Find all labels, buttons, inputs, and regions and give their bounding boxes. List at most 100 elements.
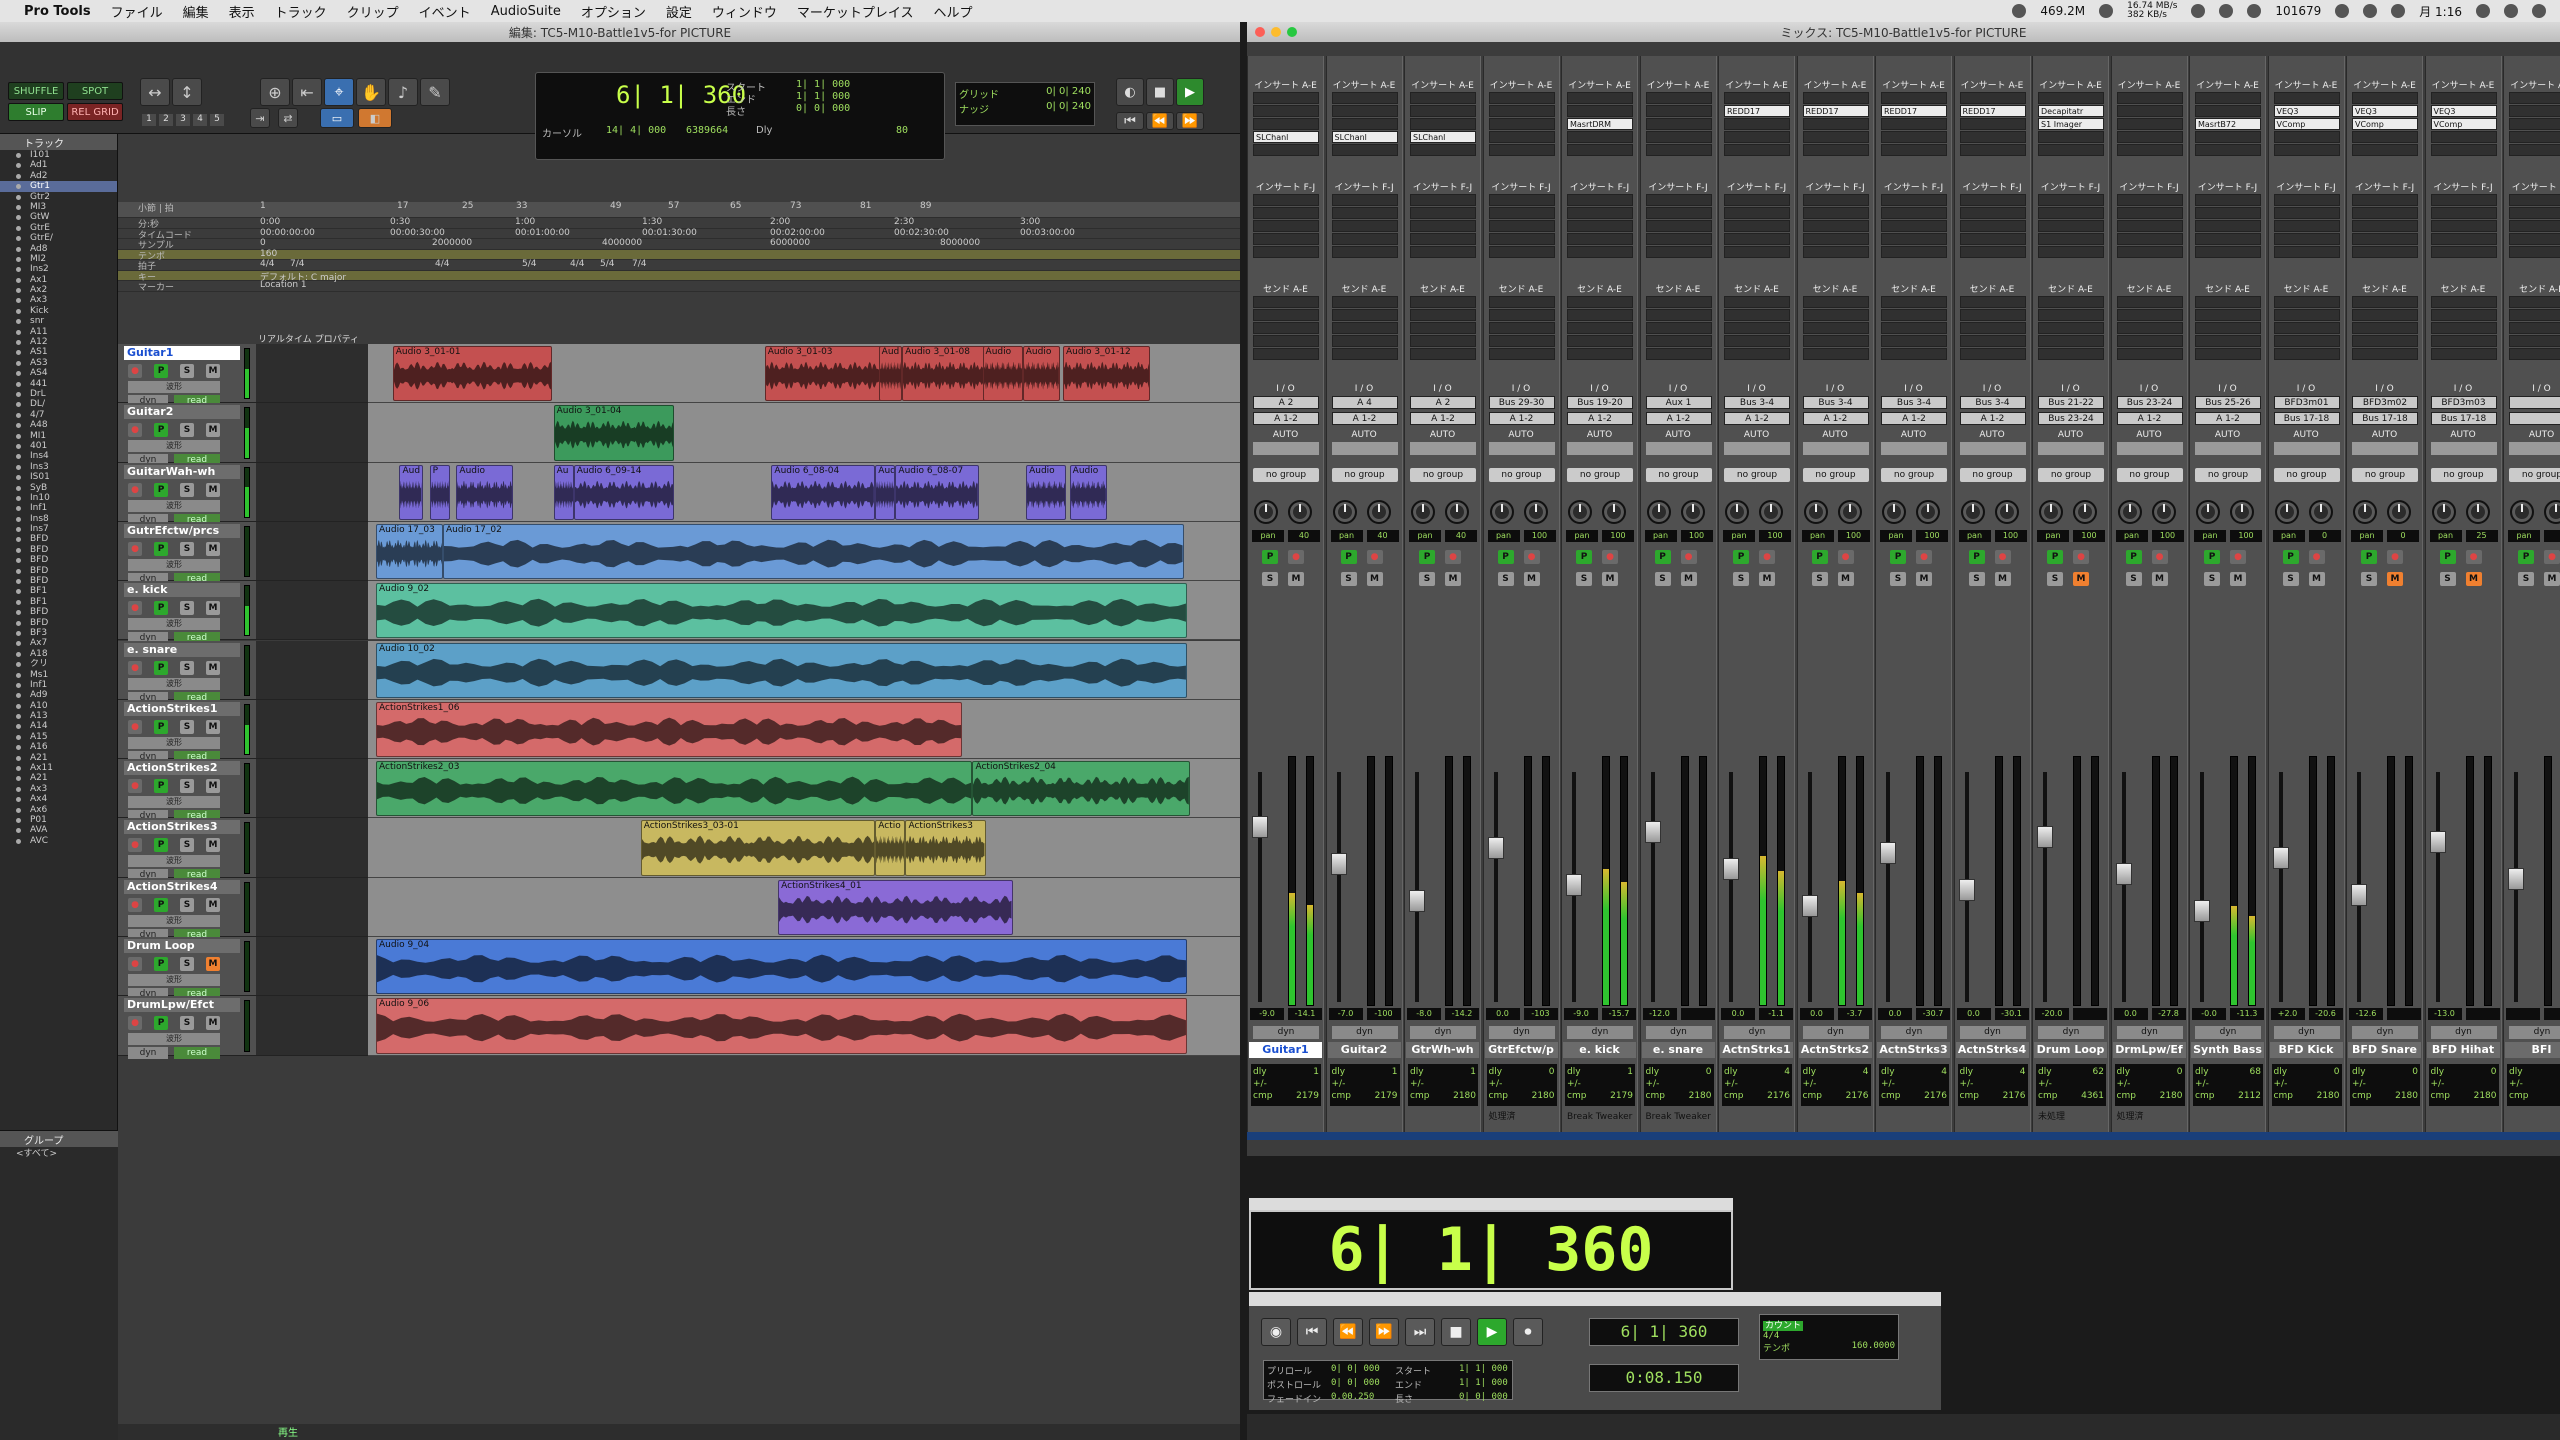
input-selector[interactable]: A 2 [1253,396,1319,409]
view-selector[interactable]: 波形 [128,618,220,631]
insert-slot[interactable] [2195,233,2261,245]
mute-button[interactable]: M [1994,572,2011,586]
view-selector[interactable]: 波形 [128,499,220,512]
insert-slot[interactable] [2509,233,2560,245]
output-selector[interactable]: Bus 17-18 [2430,412,2497,425]
nudge-row[interactable]: ナッジ 0| 0| 240 [959,101,1091,116]
pan-knob[interactable] [1254,500,1278,524]
track-list-item[interactable]: Ad9 [0,690,117,700]
insert-slot[interactable]: REDD17 [1959,105,2026,117]
volume-fader[interactable] [1330,853,1347,875]
mute-button[interactable]: M [1366,572,1383,586]
automation-mode-selector[interactable] [1645,442,1712,455]
send-slot[interactable] [1802,309,1869,321]
input-monitor-button[interactable]: P [154,719,168,734]
audio-clip[interactable]: Audio [982,346,1023,402]
output-selector[interactable]: A 1-2 [1645,412,1712,425]
mute-button[interactable]: M [2387,572,2403,586]
menu-setup[interactable]: 設定 [656,2,702,21]
solo-button[interactable]: S [180,482,194,497]
peak-value[interactable]: -103 [1523,1008,1558,1020]
view-selector[interactable]: 波形 [128,1033,220,1046]
solo-button[interactable]: S [1890,572,1906,586]
output-selector[interactable]: A 1-2 [1802,412,1869,425]
insert-slot[interactable] [1959,233,2026,245]
insert-slot[interactable] [1724,144,1790,156]
insert-slot[interactable] [1253,233,1319,245]
mute-button[interactable]: M [1288,572,1304,586]
channel-name[interactable]: Guitar1 [1249,1042,1322,1058]
pan-value[interactable]: 100 [1837,530,1870,542]
input-selector[interactable] [2509,396,2560,409]
output-selector[interactable]: A 1-2 [1410,412,1476,425]
rewind-icon[interactable]: ⏪ [1333,1318,1363,1346]
menu-event[interactable]: イベント [409,2,481,21]
insert-slot[interactable] [1881,207,1947,219]
ruler-row[interactable]: テンポ 160 [118,249,1240,262]
insert-slot[interactable] [2195,246,2261,258]
send-slot[interactable] [1567,296,1633,308]
send-slot[interactable] [1567,348,1633,360]
insert-slot[interactable]: VEQ3 [2352,105,2418,117]
volume-fader[interactable] [1566,874,1582,896]
volume-fader[interactable] [2351,884,2367,906]
comments-field[interactable] [2272,1110,2342,1170]
insert-slot[interactable] [1645,220,1712,232]
insert-slot[interactable] [2195,92,2261,104]
automation-mode-selector[interactable] [1253,442,1319,455]
insert-slot[interactable] [2038,194,2104,206]
insert-slot[interactable] [2509,92,2560,104]
dyn-button[interactable]: dyn [1331,1026,1398,1039]
edit-window-titlebar[interactable]: 編集: TC5-M10-Battle1v5-for PICTURE [0,22,1240,42]
send-slot[interactable] [1253,296,1319,308]
clock[interactable]: 月 1:16 [2419,3,2462,20]
track-lane[interactable]: Aud P Audio Au Audio 6_09-14 Audio 6_08-04 Aud… [368,462,1240,522]
audio-clip[interactable]: Audio [1026,464,1067,520]
input-selector[interactable]: Bus 3-4 [1724,396,1790,409]
audio-clip[interactable]: Audio 9_06 [376,998,1187,1054]
insert-slot[interactable] [2273,233,2340,245]
solo-button[interactable]: S [2282,572,2299,586]
track-list-item[interactable]: BF1 [0,597,117,607]
solo-button[interactable]: S [1262,572,1278,586]
record-enable-button[interactable]: ● [128,838,142,853]
online-icon[interactable]: ◐ [1116,78,1144,106]
insert-slot[interactable]: SLChanl [1331,131,1398,143]
input-selector[interactable]: Bus 25-26 [2195,396,2261,409]
comments-field[interactable] [2507,1110,2560,1170]
insert-slot[interactable] [1567,105,1633,117]
insert-slot[interactable] [2038,233,2104,245]
transport-titlebar[interactable] [1249,1292,1941,1306]
send-slot[interactable] [2116,309,2183,321]
menu-view[interactable]: 表示 [219,2,265,21]
pan-value[interactable]: 25 [2465,530,2498,542]
insert-slot[interactable] [1802,131,1869,143]
mute-button[interactable]: M [1523,572,1540,586]
pan-value[interactable]: 100 [1759,530,1791,542]
channel-name[interactable]: e. kick [1563,1042,1636,1058]
send-slot[interactable] [1959,322,2026,334]
track-list-item[interactable]: BFD [0,607,117,617]
volume-value[interactable]: -8.0 [1407,1008,1441,1020]
insert-slot[interactable] [2430,92,2497,104]
insert-slot[interactable] [1567,144,1633,156]
group-selector[interactable]: no group [1567,468,1633,482]
input-monitor-button[interactable]: P [1890,550,1906,564]
send-slot[interactable] [2116,296,2183,308]
mute-button[interactable]: M [206,601,220,616]
peak-value[interactable]: -15.7 [1602,1008,1636,1020]
insert-slot[interactable] [1410,207,1476,219]
solo-button[interactable]: S [180,601,194,616]
audio-clip[interactable]: Audio 3_01-08 [902,346,986,402]
audio-clip[interactable]: Aud [399,464,423,520]
pan-value[interactable]: 0 [2308,530,2341,542]
insert-slot[interactable] [1410,233,1476,245]
track-list-item[interactable]: Ad8 [0,244,117,254]
input-monitor-button[interactable]: P [1811,550,1828,564]
mute-button[interactable]: M [2308,572,2325,586]
volume-fader[interactable] [1409,890,1425,912]
input-monitor-button[interactable]: P [154,897,168,912]
track-header[interactable]: e. kick ● P S M 波形 dyn read [118,581,256,645]
send-slot[interactable] [1959,309,2026,321]
input-monitor-button[interactable]: P [2439,550,2456,564]
